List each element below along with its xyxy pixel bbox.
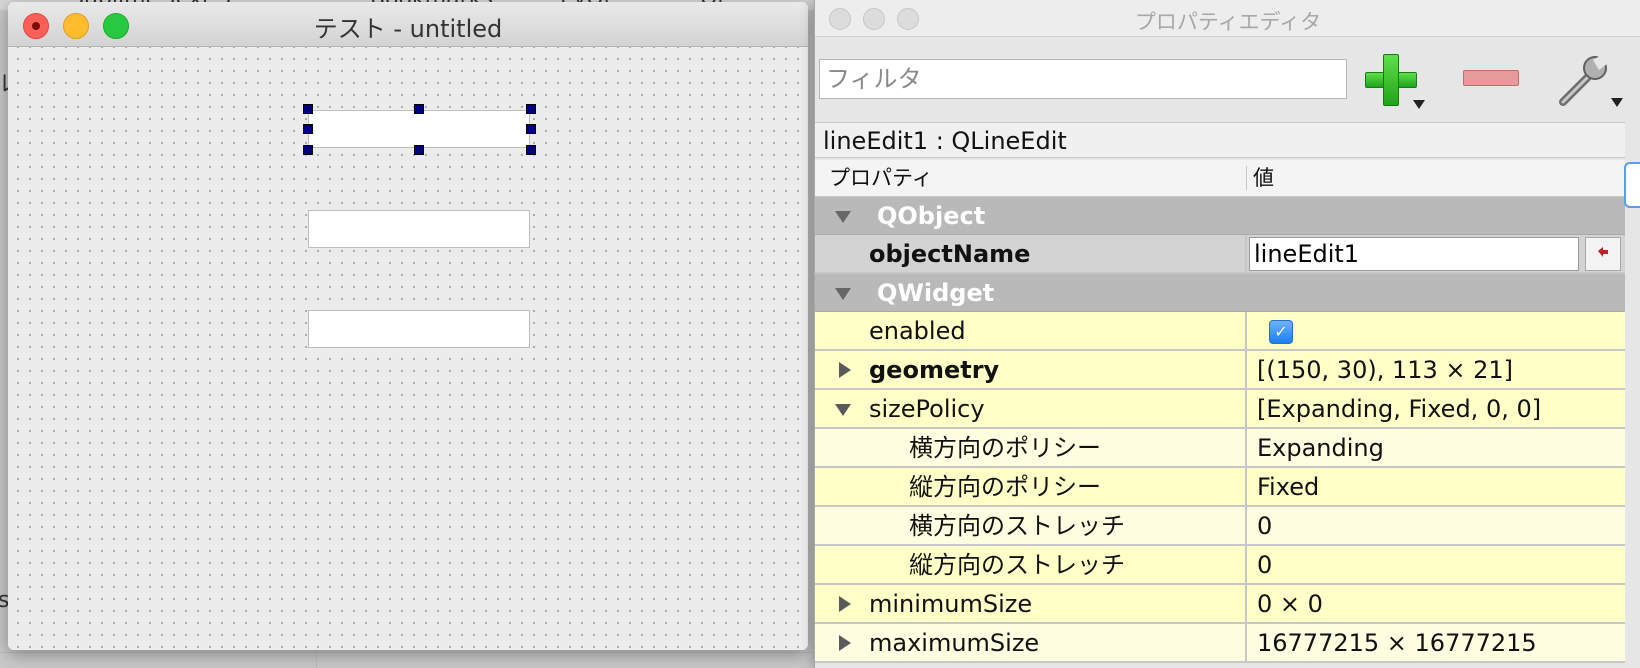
form-titlebar[interactable]: テスト - untitled: [8, 2, 808, 47]
line-edit-3[interactable]: [308, 310, 530, 348]
expand-arrow-icon[interactable]: [839, 596, 851, 612]
property-row-horizontal-stretch[interactable]: 横方向のストレッチ 0: [815, 507, 1625, 546]
property-value[interactable]: 0: [1257, 546, 1272, 584]
filter-input[interactable]: [819, 59, 1347, 99]
column-separator[interactable]: [1246, 166, 1247, 190]
property-value[interactable]: 16777215 × 16777215: [1257, 624, 1537, 662]
background-divider: [316, 650, 317, 668]
objectname-field[interactable]: [1249, 237, 1579, 271]
column-divider: [1245, 546, 1247, 583]
column-divider: [1245, 585, 1247, 622]
property-name: geometry: [869, 356, 1000, 384]
group-name: QObject: [877, 202, 986, 230]
column-header-property[interactable]: プロパティ: [829, 160, 933, 196]
column-divider: [1245, 351, 1247, 388]
reset-arrow-icon: [1598, 247, 1608, 257]
add-dynamic-property-button[interactable]: [1363, 52, 1425, 109]
selection-handle[interactable]: [526, 104, 536, 114]
selection-handle[interactable]: [303, 145, 313, 155]
property-value[interactable]: 0 × 0: [1257, 585, 1323, 623]
selection-handle[interactable]: [414, 145, 424, 155]
property-value[interactable]: Expanding: [1257, 429, 1384, 467]
configure-button[interactable]: [1555, 50, 1625, 110]
property-value[interactable]: Fixed: [1257, 468, 1319, 506]
collapse-arrow-icon[interactable]: [835, 404, 851, 416]
property-table: プロパティ 値 QObject objectName QWidget enabl…: [815, 160, 1625, 663]
chevron-down-icon: [1611, 98, 1623, 107]
selected-object-label: lineEdit1 : QLineEdit: [815, 122, 1625, 158]
property-row-vertical-policy[interactable]: 縦方向のポリシー Fixed: [815, 468, 1625, 507]
column-divider: [1245, 390, 1247, 427]
property-row-geometry[interactable]: geometry [(150, 30), 113 × 21]: [815, 351, 1625, 390]
group-name: QWidget: [877, 279, 995, 307]
collapse-arrow-icon[interactable]: [835, 288, 851, 300]
form-canvas[interactable]: [8, 47, 808, 650]
chevron-down-icon: [1413, 100, 1425, 109]
selection-handle[interactable]: [303, 124, 313, 134]
background-window-edge: [1624, 162, 1640, 208]
property-name: enabled: [869, 317, 966, 345]
expand-arrow-icon[interactable]: [839, 362, 851, 378]
column-header-value[interactable]: 値: [1253, 160, 1274, 196]
column-divider: [1245, 624, 1247, 661]
property-value[interactable]: [Expanding, Fixed, 0, 0]: [1257, 390, 1541, 428]
group-row-qwidget[interactable]: QWidget: [815, 274, 1625, 312]
column-divider: [1245, 312, 1247, 349]
table-header: プロパティ 値: [815, 160, 1625, 197]
property-name: objectName: [869, 240, 1031, 268]
property-name: minimumSize: [869, 590, 1033, 618]
background-divider: [0, 652, 814, 653]
selection-handle[interactable]: [303, 104, 313, 114]
property-editor-panel: プロパティエディタ lineEdit1 : QLineEdit プロパティ 値 …: [814, 0, 1640, 668]
expand-arrow-icon[interactable]: [839, 635, 851, 651]
property-row-objectname[interactable]: objectName: [815, 235, 1625, 274]
property-row-maximumsize[interactable]: maximumSize 16777215 × 16777215: [815, 624, 1625, 663]
property-name: sizePolicy: [869, 395, 985, 423]
property-name: 横方向のストレッチ: [909, 512, 1125, 540]
window-title: テスト - untitled: [313, 15, 503, 43]
selection-handle[interactable]: [414, 104, 424, 114]
selection-handle[interactable]: [526, 124, 536, 134]
column-divider: [1245, 468, 1247, 505]
property-name: 横方向のポリシー: [909, 434, 1101, 462]
line-edit-2[interactable]: [308, 210, 530, 248]
column-divider: [1245, 429, 1247, 466]
property-row-vertical-stretch[interactable]: 縦方向のストレッチ 0: [815, 546, 1625, 585]
property-editor-title: プロパティエディタ: [1134, 10, 1322, 34]
property-value[interactable]: 0: [1257, 507, 1272, 545]
property-value[interactable]: [(150, 30), 113 × 21]: [1257, 351, 1513, 389]
column-divider: [1245, 507, 1247, 544]
property-editor-titlebar[interactable]: プロパティエディタ: [815, 0, 1640, 37]
form-window: テスト - untitled: [8, 2, 808, 650]
property-row-minimumsize[interactable]: minimumSize 0 × 0: [815, 585, 1625, 624]
remove-dynamic-property-button[interactable]: [1463, 70, 1519, 86]
property-name: 縦方向のポリシー: [909, 473, 1101, 501]
collapse-arrow-icon[interactable]: [835, 211, 851, 223]
selection-handle[interactable]: [526, 145, 536, 155]
property-name: maximumSize: [869, 629, 1040, 657]
plus-icon-vertical: [1383, 54, 1399, 106]
column-divider: [1245, 235, 1247, 272]
property-row-enabled[interactable]: enabled ✓: [815, 312, 1625, 351]
property-name: 縦方向のストレッチ: [909, 551, 1125, 579]
group-row-qobject[interactable]: QObject: [815, 197, 1625, 235]
reset-property-button[interactable]: [1585, 237, 1621, 271]
property-row-sizepolicy[interactable]: sizePolicy [Expanding, Fixed, 0, 0]: [815, 390, 1625, 429]
enabled-checkbox[interactable]: ✓: [1269, 320, 1293, 344]
line-edit-1[interactable]: [308, 110, 530, 148]
property-row-horizontal-policy[interactable]: 横方向のポリシー Expanding: [815, 429, 1625, 468]
